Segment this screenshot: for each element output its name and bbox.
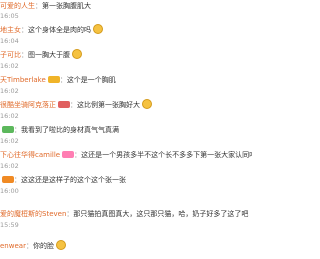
- user-badge-icon: [58, 100, 70, 108]
- comment-author[interactable]: enwear: [0, 242, 26, 250]
- colon: ：: [59, 76, 67, 84]
- comment-row: enwear：你的脸: [0, 240, 252, 253]
- smile-emoji-icon: [72, 49, 82, 59]
- comment-author[interactable]: 可爱的人生: [0, 2, 35, 10]
- colon: ：: [70, 101, 77, 109]
- comment-text: 那只猫拍真图真大，这只那只猫，哈，奶子好多了这了吧: [73, 210, 249, 218]
- comment-timestamp: 16:05: [0, 12, 19, 20]
- smile-emoji-icon: [142, 99, 152, 109]
- comment-author[interactable]: 很酷坐骑阿克落正: [0, 101, 56, 109]
- comment-timestamp: 16:02: [0, 162, 19, 170]
- comment-timestamp: 15:59: [0, 221, 19, 229]
- comment-author[interactable]: 爱的魔梪斯的Steven: [0, 210, 66, 218]
- comment-author[interactable]: 天Timberlake: [0, 76, 46, 84]
- comment-timestamp: 16:00: [0, 187, 19, 195]
- smile-emoji-icon: [93, 24, 103, 34]
- comment-text: 这个身体全是肉的吗: [28, 26, 91, 34]
- comment-text: 这比例第一张胸好大: [77, 101, 140, 109]
- comment-timestamp: 16:02: [0, 62, 19, 70]
- colon: ：: [14, 126, 21, 134]
- user-avatar-icon[interactable]: [2, 175, 14, 183]
- comment-text: 这还是一个男孩多半不这个长不多多下第一张大家认同吧: [81, 151, 252, 159]
- comment-text: 这这还是这样子的这个这个张一张: [21, 176, 126, 184]
- comment-feed: 可爱的人生：第一张胸腹肌大 16:05 地主女：这个身体全是肉的吗 16:04 …: [0, 0, 252, 259]
- user-badge-icon: [62, 150, 75, 158]
- comment-text: 图一胸大于腹: [28, 51, 70, 59]
- user-avatar-icon[interactable]: [2, 125, 14, 133]
- colon: ：: [14, 176, 21, 184]
- comment-timestamp: 16:02: [0, 87, 19, 95]
- comment-text: 这个是一个胸肌: [66, 76, 116, 84]
- user-badge-icon: [47, 75, 60, 83]
- comment-timestamp: 16:02: [0, 112, 19, 120]
- colon: ：: [25, 242, 33, 250]
- comment-author[interactable]: 下心往华得camille: [0, 151, 60, 159]
- comment-text: 我看到了啦比的身材真气气真满: [21, 126, 119, 134]
- comment-timestamp: 16:02: [0, 137, 19, 145]
- smile-emoji-icon: [55, 240, 66, 250]
- comment-text: 第一张胸腹肌大: [42, 2, 91, 10]
- comment-author[interactable]: 子可比: [0, 51, 21, 59]
- colon: ：: [21, 26, 28, 34]
- comment-timestamp: 16:04: [0, 37, 19, 45]
- comment-author[interactable]: 地主女: [0, 26, 21, 34]
- comment-text: 你的脸: [32, 242, 54, 250]
- colon: ：: [21, 51, 28, 59]
- colon: ：: [35, 2, 42, 10]
